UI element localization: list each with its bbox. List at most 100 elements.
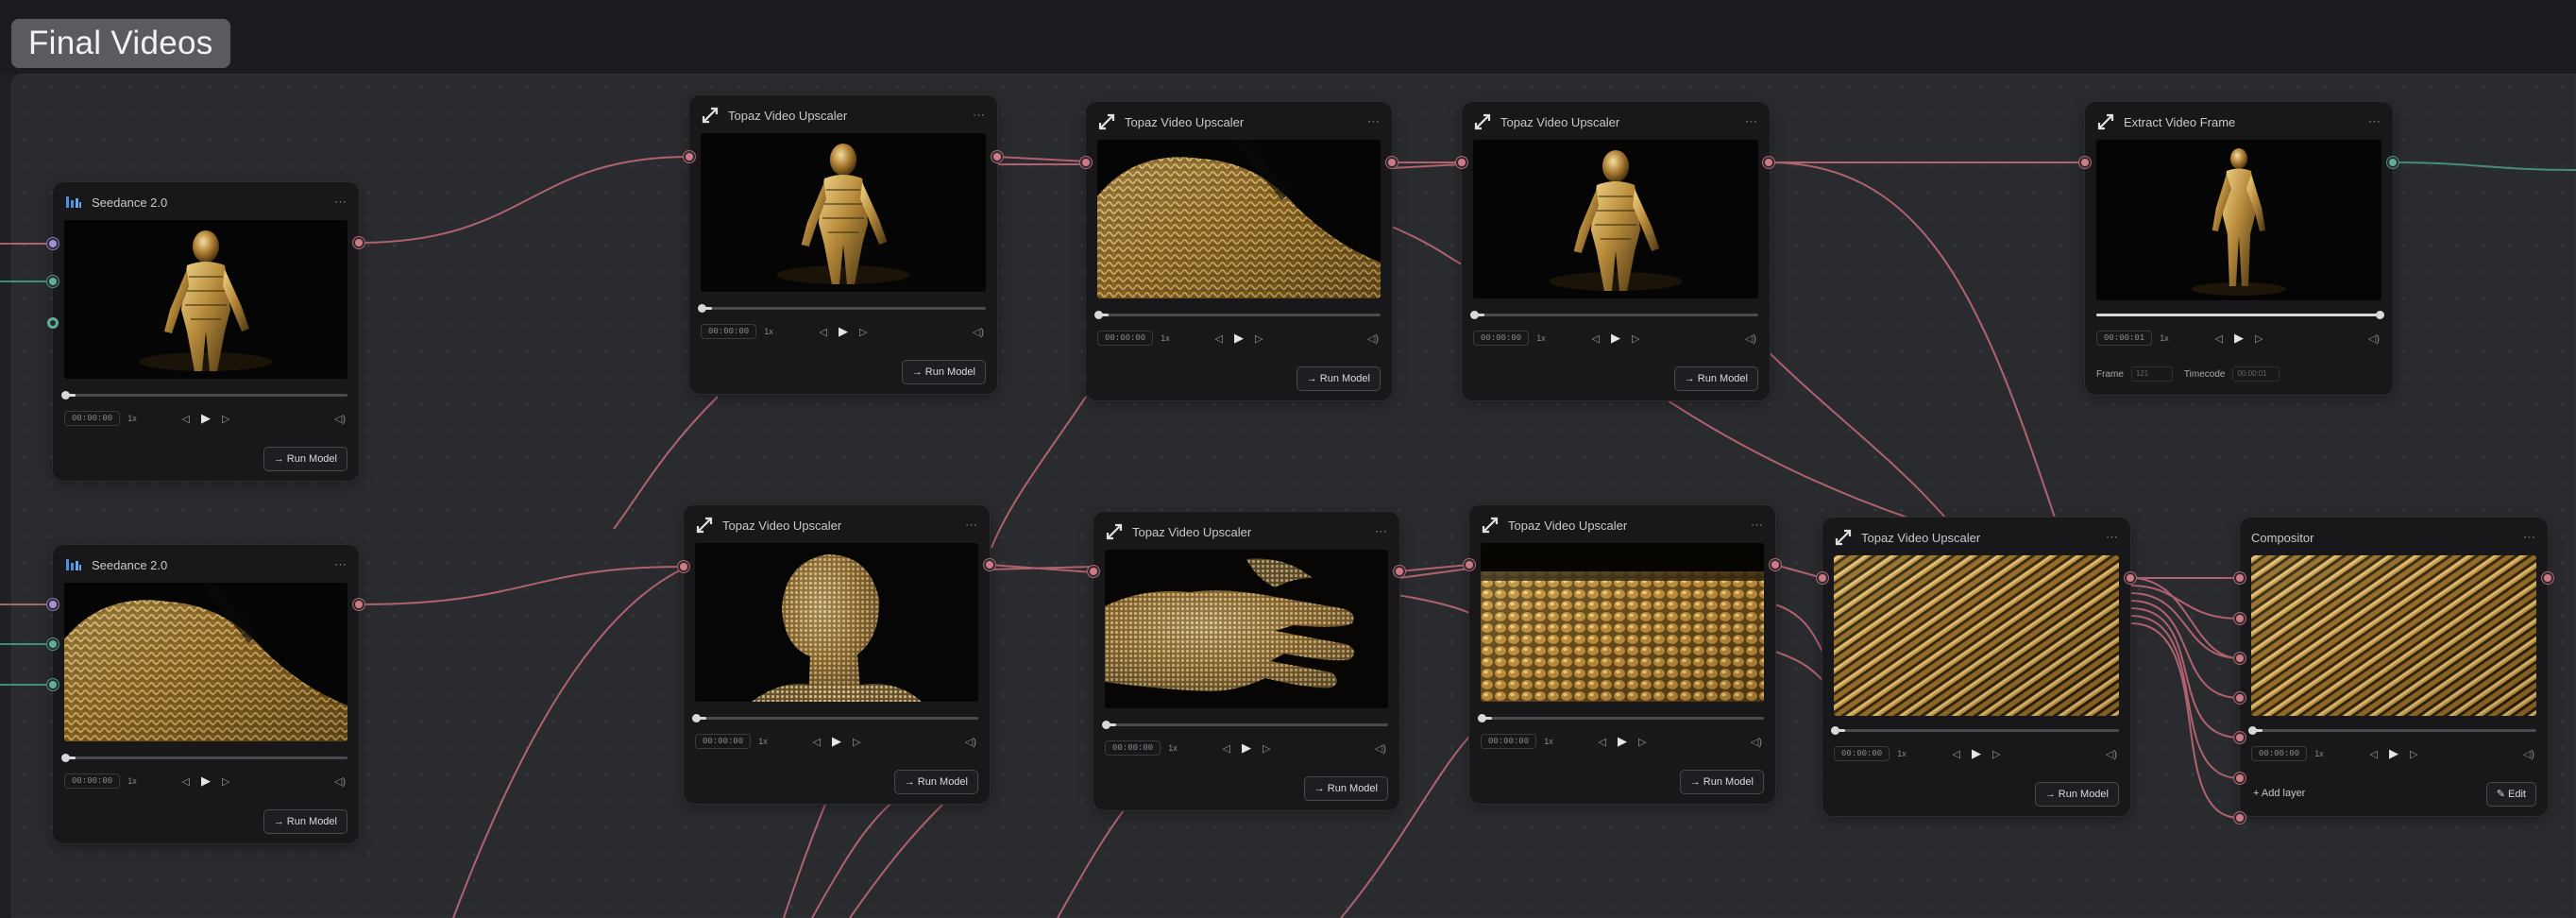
output-port[interactable] (1770, 559, 1781, 570)
run-model-button[interactable]: → Run Model (2034, 782, 2119, 807)
step-forward-icon[interactable]: ▷ (222, 413, 229, 425)
speed-select[interactable]: 1x (758, 737, 768, 746)
step-back-icon[interactable]: ◁ (182, 413, 190, 425)
video-scrubber[interactable] (2248, 726, 2536, 735)
volume-icon[interactable]: ◁) (1745, 332, 1756, 345)
timecode-input[interactable]: 00:00:01 (2232, 366, 2280, 382)
step-forward-icon[interactable]: ▷ (853, 736, 860, 748)
play-icon[interactable]: ▶ (1972, 746, 1981, 761)
more-options-icon[interactable]: ⋯ (334, 195, 347, 210)
step-forward-icon[interactable]: ▷ (859, 326, 867, 338)
input-port[interactable] (1088, 566, 1099, 577)
speed-select[interactable]: 1x (764, 327, 773, 336)
video-scrubber[interactable] (1831, 726, 2119, 735)
layer-input-port[interactable] (2234, 572, 2246, 584)
volume-icon[interactable]: ◁) (2523, 748, 2534, 760)
video-preview[interactable] (1834, 555, 2119, 716)
run-model-button[interactable]: → Run Model (263, 447, 347, 471)
video-preview[interactable] (64, 583, 347, 741)
speed-select[interactable]: 1x (127, 414, 137, 423)
run-model-button[interactable]: → Run Model (893, 770, 978, 794)
speed-select[interactable]: 1x (1897, 749, 1907, 758)
seedance-node[interactable]: Seedance 2.0 ⋯ 00:00:00 1x ◁ ▶ ▷ ◁) → Run … (53, 545, 359, 843)
layer-input-port[interactable] (2234, 732, 2246, 743)
video-scrubber[interactable] (1478, 714, 1764, 722)
edit-button[interactable]: ✎ Edit (2485, 782, 2536, 807)
speed-select[interactable]: 1x (2314, 749, 2324, 758)
video-scrubber[interactable] (61, 754, 347, 762)
step-forward-icon[interactable]: ▷ (222, 775, 229, 788)
video-scrubber[interactable] (698, 304, 986, 313)
topaz-upscaler-node[interactable]: Topaz Video Upscaler ⋯ 00:00:00 1x ◁ ▶ ▷ ◁… (1822, 518, 2130, 816)
video-preview[interactable] (695, 543, 978, 702)
topaz-upscaler-node[interactable]: Topaz Video Upscaler ⋯ 00:00:00 1x ◁ ▶ ▷ ◁… (684, 505, 990, 804)
step-back-icon[interactable]: ◁ (2215, 332, 2223, 345)
step-forward-icon[interactable]: ▷ (1263, 742, 1270, 755)
video-scrubber[interactable] (1094, 311, 1381, 319)
input-port[interactable] (47, 238, 59, 249)
more-options-icon[interactable]: ⋯ (1745, 114, 1758, 129)
play-icon[interactable]: ▶ (1611, 331, 1620, 346)
video-preview[interactable] (1473, 140, 1758, 298)
play-icon[interactable]: ▶ (2234, 331, 2244, 346)
more-options-icon[interactable]: ⋯ (1751, 518, 1764, 533)
frame-input[interactable]: 121 (2130, 366, 2173, 382)
volume-icon[interactable]: ◁) (1367, 332, 1379, 345)
more-options-icon[interactable]: ⋯ (2523, 530, 2536, 545)
volume-icon[interactable]: ◁) (2106, 748, 2117, 760)
step-back-icon[interactable]: ◁ (1599, 736, 1606, 748)
step-forward-icon[interactable]: ▷ (1992, 748, 2000, 760)
speed-select[interactable]: 1x (1544, 737, 1553, 746)
topaz-upscaler-node[interactable]: Topaz Video Upscaler ⋯ 00:00:00 1x ◁ ▶ ▷ ◁… (1093, 512, 1399, 810)
step-back-icon[interactable]: ◁ (1592, 332, 1600, 345)
more-options-icon[interactable]: ⋯ (334, 557, 347, 572)
more-options-icon[interactable]: ⋯ (1367, 114, 1381, 129)
step-back-icon[interactable]: ◁ (813, 736, 821, 748)
step-back-icon[interactable]: ◁ (2370, 748, 2378, 760)
layer-input-port[interactable] (2234, 653, 2246, 664)
video-scrubber[interactable] (2096, 311, 2384, 319)
input-port[interactable] (1080, 157, 1092, 168)
play-icon[interactable]: ▶ (201, 411, 211, 426)
play-icon[interactable]: ▶ (1618, 734, 1627, 749)
video-preview[interactable] (701, 133, 986, 292)
extract-video-frame-node[interactable]: Extract Video Frame ⋯ 00:00:01 1x ◁ ▶ ▷ ◁)… (2085, 102, 2393, 395)
play-icon[interactable]: ▶ (1242, 740, 1251, 756)
input-port[interactable] (47, 317, 59, 329)
step-back-icon[interactable]: ◁ (1953, 748, 1960, 760)
input-port[interactable] (1817, 572, 1828, 584)
video-preview[interactable] (2096, 140, 2381, 300)
output-port[interactable] (1386, 157, 1398, 168)
output-port[interactable] (1394, 566, 1405, 577)
step-forward-icon[interactable]: ▷ (1255, 332, 1263, 345)
input-port[interactable] (47, 638, 59, 650)
layer-input-port[interactable] (2234, 692, 2246, 704)
input-port[interactable] (684, 151, 695, 162)
output-port[interactable] (2387, 157, 2398, 168)
compositor-node[interactable]: Compositor ⋯ 00:00:00 1x ◁ ▶ ▷ ◁) + Add la… (2240, 518, 2548, 816)
topaz-upscaler-node[interactable]: Topaz Video Upscaler ⋯ 00:00:00 1x ◁ ▶ ▷ ◁… (1462, 102, 1770, 400)
volume-icon[interactable]: ◁) (334, 775, 346, 788)
video-preview[interactable] (2251, 555, 2536, 716)
output-port[interactable] (2542, 572, 2553, 584)
run-model-button[interactable]: → Run Model (901, 360, 986, 384)
output-port[interactable] (984, 559, 995, 570)
input-port[interactable] (1464, 559, 1475, 570)
video-scrubber[interactable] (61, 391, 347, 400)
run-model-button[interactable]: → Run Model (1303, 776, 1388, 801)
more-options-icon[interactable]: ⋯ (2106, 530, 2119, 545)
topaz-upscaler-node[interactable]: Topaz Video Upscaler ⋯ 00:00:00 1x ◁ ▶ ▷ ◁… (689, 95, 997, 394)
topaz-upscaler-node[interactable]: Topaz Video Upscaler ⋯ 00:00:00 1x ◁ ▶ ▷ ◁… (1086, 102, 1392, 400)
video-preview[interactable] (64, 220, 347, 379)
layer-input-port[interactable] (2234, 773, 2246, 784)
play-icon[interactable]: ▶ (2389, 746, 2398, 761)
topaz-upscaler-node[interactable]: Topaz Video Upscaler ⋯ 00:00:00 1x ◁ ▶ ▷ ◁… (1469, 505, 1775, 804)
input-port[interactable] (2079, 157, 2091, 168)
output-port[interactable] (1763, 157, 1774, 168)
output-port[interactable] (2125, 572, 2136, 584)
step-back-icon[interactable]: ◁ (1223, 742, 1230, 755)
volume-icon[interactable]: ◁) (973, 326, 984, 338)
volume-icon[interactable]: ◁) (1375, 742, 1386, 755)
video-preview[interactable] (1481, 543, 1764, 702)
output-port[interactable] (991, 151, 1003, 162)
